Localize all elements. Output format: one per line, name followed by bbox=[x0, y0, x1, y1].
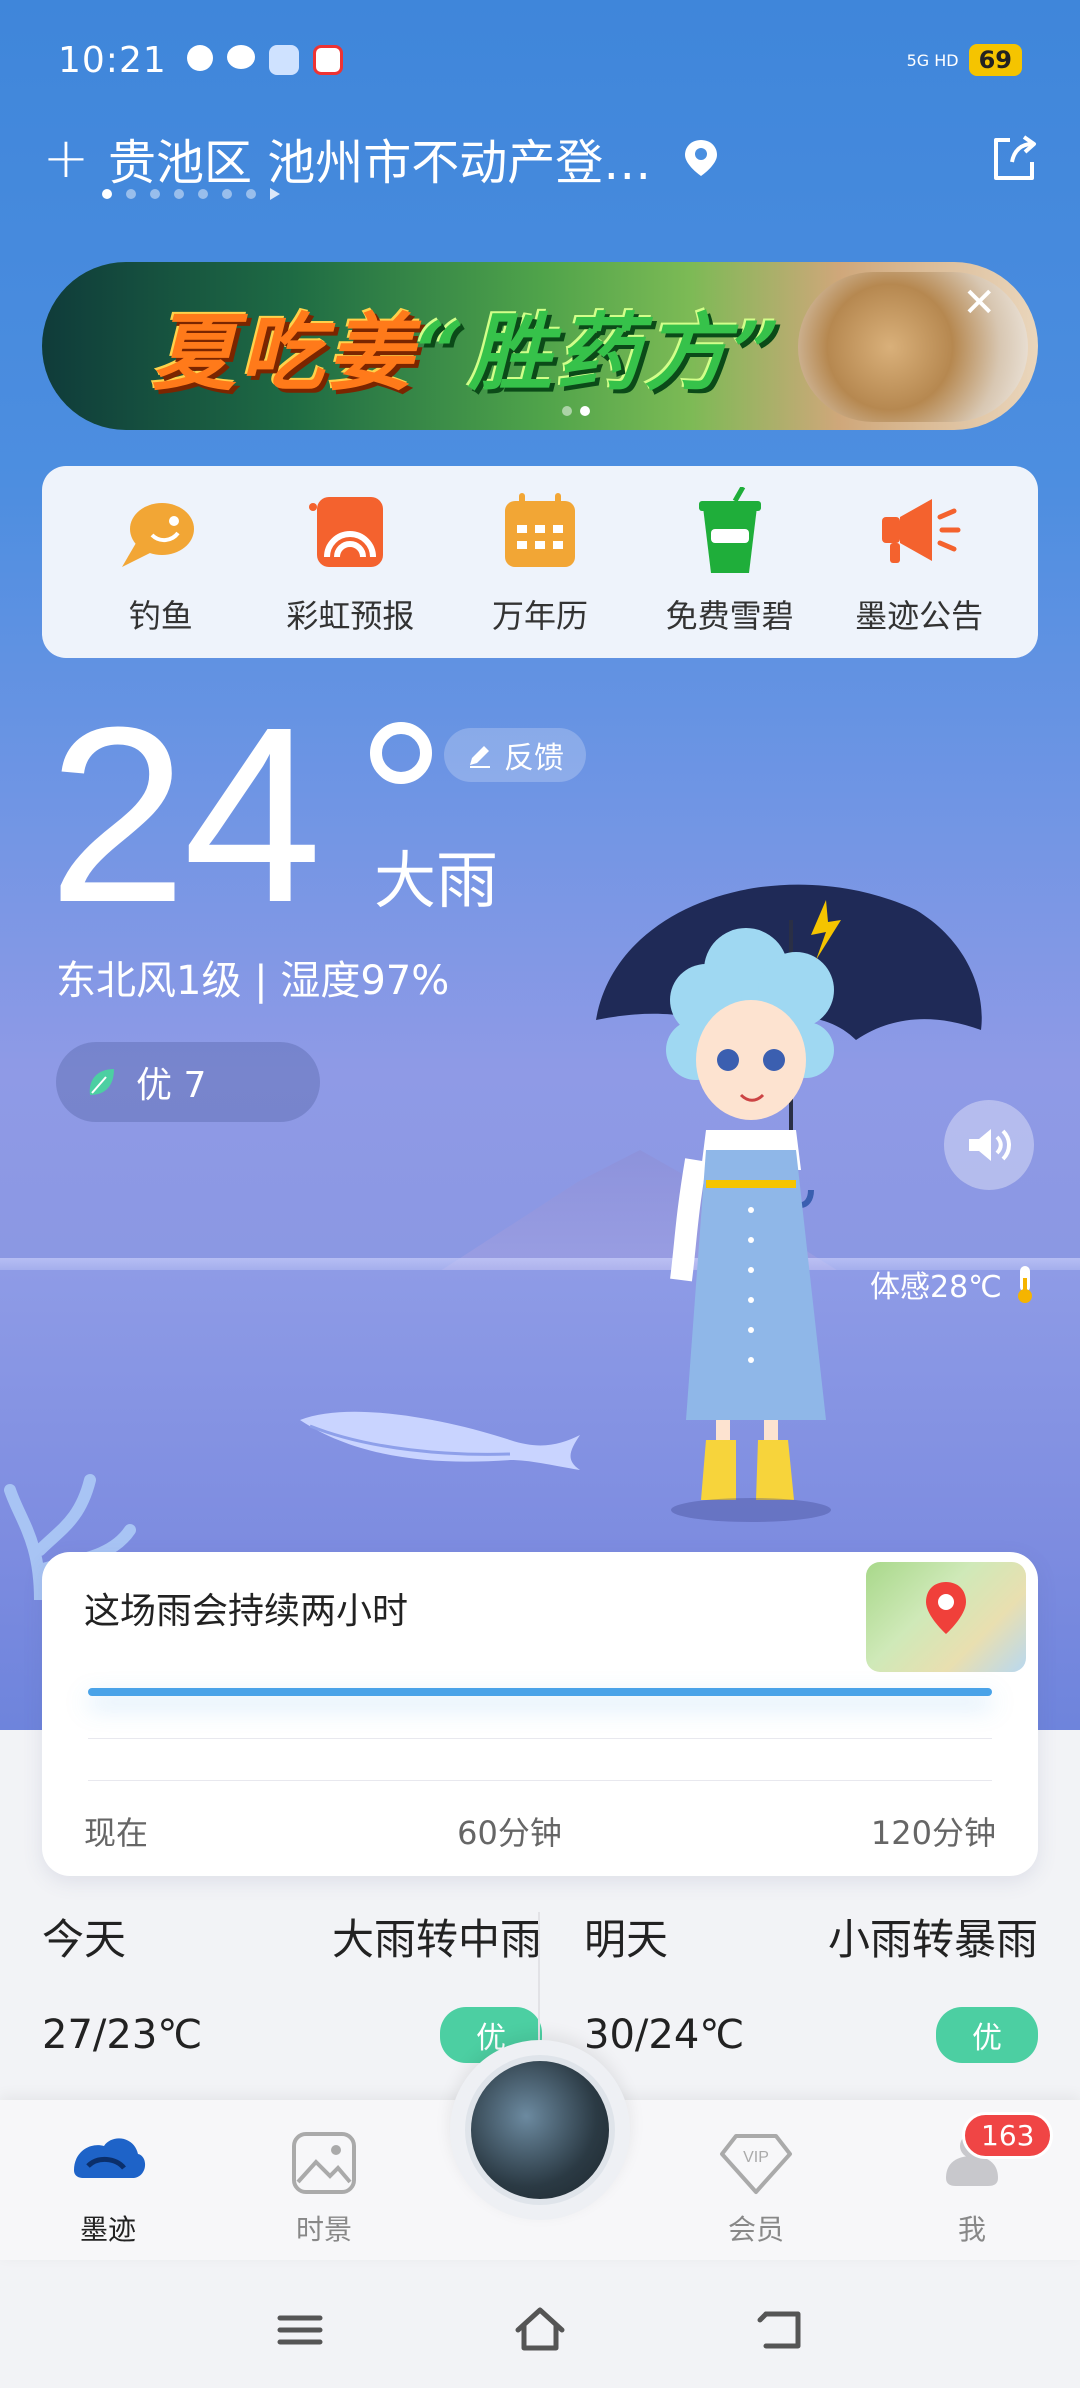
tab-vip[interactable]: VIP 会员 bbox=[686, 2126, 826, 2248]
menu-icon[interactable] bbox=[270, 2300, 330, 2360]
tab-label: 会员 bbox=[727, 2213, 784, 2246]
wind-humidity: 东北风1级 | 湿度97% bbox=[56, 958, 450, 1004]
share-icon[interactable] bbox=[984, 128, 1044, 188]
precipitation-line bbox=[88, 1688, 992, 1696]
aqi-pill[interactable]: 优 7 bbox=[56, 1042, 320, 1122]
feedback-label: 反馈 bbox=[504, 741, 564, 776]
fish-icon bbox=[121, 503, 194, 567]
drink-cup-icon bbox=[698, 487, 761, 573]
voice-broadcast-button[interactable] bbox=[944, 1100, 1034, 1190]
whale-illustration bbox=[300, 1411, 580, 1470]
photo-icon bbox=[292, 2132, 356, 2194]
tool-label: 钓鱼 bbox=[128, 597, 193, 635]
notification-badge: 163 bbox=[962, 2112, 1054, 2159]
tool-label: 彩虹预报 bbox=[286, 597, 415, 635]
network-indicator: 5G HD bbox=[906, 50, 959, 70]
system-nav-bar bbox=[0, 2280, 1080, 2388]
tab-label: 我 bbox=[957, 2213, 986, 2246]
axis-label-120: 120分钟 bbox=[870, 1814, 996, 1852]
banner-text-2: “胜药方” bbox=[416, 303, 785, 402]
feels-like[interactable]: 体感28℃ bbox=[870, 1262, 1040, 1306]
feels-like-text: 体感28℃ bbox=[870, 1270, 1002, 1305]
forecast-day: 明天 bbox=[584, 1915, 669, 1964]
rain-time-axis: 现在 60分钟 120分钟 bbox=[84, 1808, 996, 1854]
calendar-icon bbox=[504, 493, 575, 567]
axis-label-now: 现在 bbox=[84, 1814, 149, 1852]
tool-free-sprite[interactable]: 免费雪碧 bbox=[645, 487, 815, 637]
status-bar: 10:21 5G HD 69 bbox=[58, 30, 1022, 90]
aqi-value: 优 7 bbox=[136, 1065, 207, 1106]
forecast-temps: 27/23℃ bbox=[42, 2012, 203, 2058]
rain-forecast-title: 这场雨会持续两小时 bbox=[84, 1591, 409, 1632]
app-notification-icon-2 bbox=[312, 45, 343, 75]
scenery-thumbnail bbox=[465, 2055, 615, 2205]
vip-icon: VIP bbox=[720, 2134, 792, 2194]
tool-announcement[interactable]: 墨迹公告 bbox=[834, 487, 1004, 637]
forecast-today[interactable]: 今天 大雨转中雨 27/23℃ 优 bbox=[42, 1906, 542, 2063]
wechat-notification-icon bbox=[226, 45, 255, 69]
status-time: 10:21 bbox=[58, 39, 167, 81]
pencil-icon bbox=[470, 746, 490, 768]
rain-forecast-card[interactable]: 这场雨会持续两小时 现在 60分钟 120分钟 bbox=[42, 1552, 1038, 1876]
forecast-tomorrow[interactable]: 明天 小雨转暴雨 30/24℃ 优 bbox=[584, 1906, 1038, 2063]
forecast-temps: 30/24℃ bbox=[584, 2012, 745, 2058]
tool-rainbow[interactable]: 彩虹预报 bbox=[265, 487, 435, 637]
app-notification-icon bbox=[268, 45, 299, 75]
location-pin-icon bbox=[685, 140, 718, 176]
tool-label: 免费雪碧 bbox=[665, 597, 794, 635]
tool-calendar[interactable]: 万年历 bbox=[455, 487, 625, 637]
rain-map-thumbnail[interactable] bbox=[866, 1562, 1026, 1672]
megaphone-icon bbox=[882, 499, 961, 563]
add-city-button[interactable]: + bbox=[36, 126, 96, 191]
tab-scenery[interactable]: 时景 bbox=[254, 2126, 394, 2248]
thermometer-icon bbox=[1017, 1266, 1032, 1303]
rainbow-icon bbox=[309, 497, 384, 567]
location-name[interactable]: 贵池区 池州市不动产登… bbox=[108, 123, 651, 193]
current-temperature: 24 bbox=[48, 675, 322, 954]
tool-label: 万年历 bbox=[491, 597, 588, 635]
forecast-condition: 小雨转暴雨 bbox=[827, 1915, 1038, 1964]
back-icon[interactable] bbox=[750, 2300, 810, 2360]
moji-logo-icon bbox=[74, 2138, 146, 2178]
weather-character-illustration bbox=[596, 884, 982, 1522]
home-icon[interactable] bbox=[510, 2300, 570, 2360]
promo-banner[interactable]: 夏吃姜“胜药方” ✕ bbox=[42, 262, 1038, 430]
forecast-day: 今天 bbox=[42, 1915, 127, 1964]
location-bar: + 贵池区 池州市不动产登… bbox=[36, 118, 1044, 198]
map-pin-icon bbox=[926, 1582, 966, 1634]
tool-fishing[interactable]: 钓鱼 bbox=[76, 487, 246, 637]
tab-label: 时景 bbox=[295, 2213, 352, 2246]
tab-label: 墨迹 bbox=[79, 2213, 136, 2246]
city-page-indicator bbox=[102, 188, 280, 200]
banner-page-indicator bbox=[562, 406, 590, 416]
degree-symbol bbox=[370, 722, 432, 784]
banner-close-button[interactable]: ✕ bbox=[962, 280, 996, 326]
banner-text-1: 夏吃姜 bbox=[152, 303, 417, 402]
battery-indicator: 69 bbox=[968, 44, 1022, 76]
leaf-icon bbox=[89, 1069, 114, 1095]
feedback-button[interactable]: 反馈 bbox=[444, 728, 586, 782]
tab-moji[interactable]: 墨迹 bbox=[38, 2126, 178, 2248]
speaker-icon bbox=[969, 1129, 1011, 1161]
tool-label: 墨迹公告 bbox=[855, 597, 984, 635]
quick-tools-card: 钓鱼 彩虹预报 万年历 免费雪碧 墨迹公告 bbox=[42, 466, 1038, 658]
forecast-aqi-badge: 优 bbox=[936, 2007, 1038, 2063]
svg-text:VIP: VIP bbox=[743, 2149, 769, 2166]
axis-label-60: 60分钟 bbox=[457, 1814, 562, 1852]
weather-condition: 大雨 bbox=[374, 844, 499, 917]
browser-notification-icon bbox=[186, 45, 213, 71]
forecast-condition: 大雨转中雨 bbox=[331, 1915, 542, 1964]
center-scenery-button[interactable] bbox=[450, 2040, 630, 2220]
